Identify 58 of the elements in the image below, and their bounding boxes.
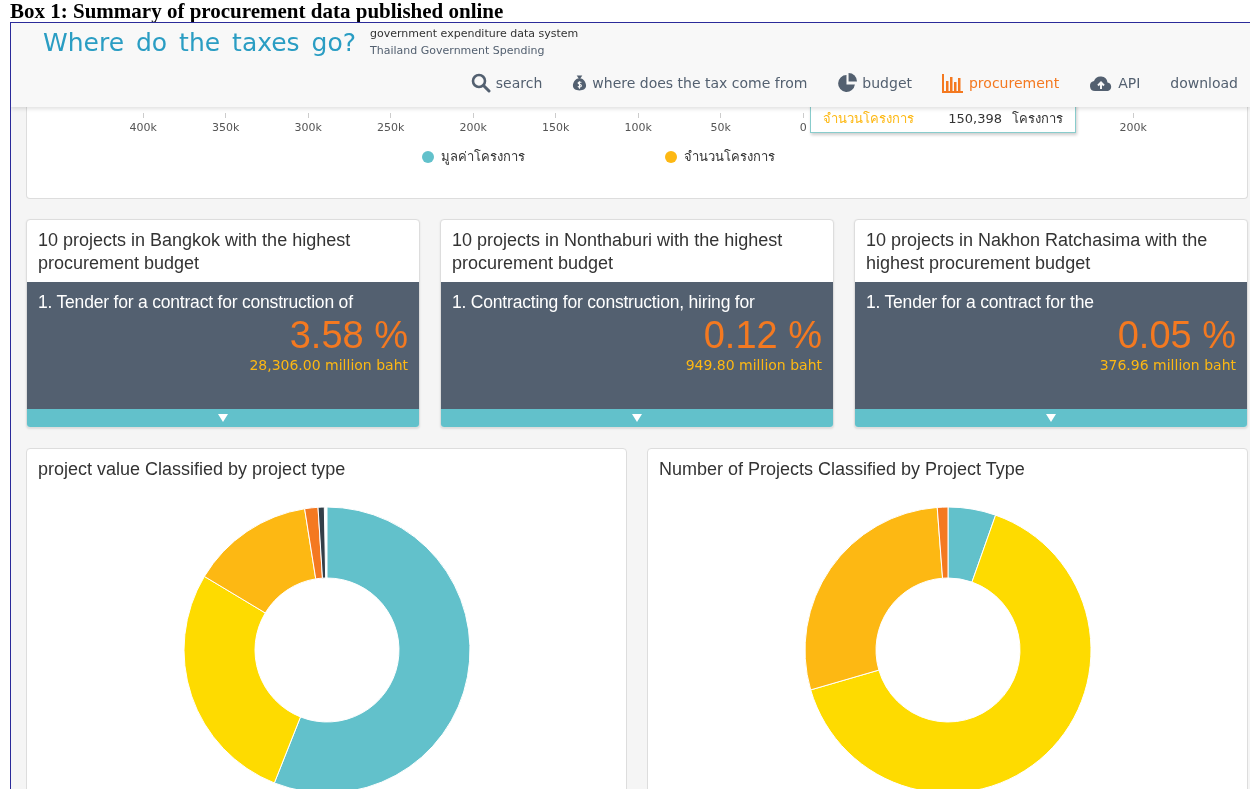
- expand-bar[interactable]: [27, 409, 419, 427]
- tooltip-value: 150,398: [948, 110, 1002, 126]
- project-name: 1. Contracting for construction, hiring for: [452, 292, 756, 313]
- bar-chart-icon: [942, 73, 964, 93]
- nav-link[interactable]: search: [470, 73, 543, 93]
- tick-mark: [1132, 113, 1134, 118]
- document-heading: Box 1: Summary of procurement data published online: [9, 0, 505, 22]
- nav-link[interactable]: where does the tax come from: [572, 74, 808, 92]
- tick-mark: [142, 113, 144, 118]
- tick-mark: [720, 113, 722, 118]
- tooltip-label: จำนวนโครงการ: [823, 109, 915, 128]
- site-subtitle: government expenditure data system: [370, 26, 579, 42]
- tick-mark: [555, 113, 557, 118]
- percent-value: 0.12 %: [702, 313, 822, 357]
- axis-tick-label: 100k: [624, 121, 652, 134]
- legend-label: จำนวนโครงการ: [684, 148, 775, 166]
- money-bag-icon: [572, 74, 588, 92]
- axis-tick-label: 0: [799, 121, 807, 134]
- axis-tick-label: 300k: [294, 121, 322, 134]
- nav-link[interactable]: budget: [837, 73, 912, 93]
- amount-value: 28,306.00 million baht: [248, 357, 408, 373]
- axis-tick-label: 200k: [459, 121, 487, 134]
- pie-chart-icon: [837, 73, 858, 93]
- tooltip-unit: โครงการ: [1012, 109, 1063, 128]
- expand-bar[interactable]: [855, 409, 1247, 427]
- card-title: 10 projects in Nonthaburi with the highest procurement budget: [451, 229, 784, 275]
- percent-value: 3.58 %: [288, 313, 408, 357]
- tick-mark: [637, 113, 639, 118]
- caret-icon: [218, 414, 228, 422]
- site-subtitle: Thailand Government Spending: [370, 43, 546, 59]
- amount-value: 376.96 million baht: [1098, 357, 1236, 373]
- tick-mark: [472, 113, 474, 118]
- tick-mark: [802, 113, 804, 118]
- search-icon: [470, 73, 491, 93]
- tick-mark: [307, 113, 309, 118]
- axis-tick-label: 350k: [212, 121, 240, 134]
- axis-tick-label: 200k: [1119, 121, 1147, 134]
- legend-label: มูลค่าโครงการ: [441, 148, 525, 167]
- cloud-upload-icon: [1089, 74, 1114, 92]
- project-name: 1. Tender for a contract for the: [866, 292, 1095, 313]
- card-title: 10 projects in Nakhon Ratchasima with the highest procurement budget: [865, 229, 1209, 275]
- project-name: 1. Tender for a contract for construction of: [38, 292, 354, 313]
- nav-link[interactable]: download: [1170, 75, 1238, 91]
- axis-tick-label: 50k: [710, 121, 731, 134]
- expand-bar[interactable]: [441, 409, 833, 427]
- axis-tick-label: 150k: [542, 121, 570, 134]
- tick-mark: [225, 113, 227, 118]
- caret-icon: [1046, 414, 1056, 422]
- caret-icon: [632, 414, 642, 422]
- chart-title: Number of Projects Classified by Project Type: [658, 458, 1026, 481]
- nav-link[interactable]: API: [1089, 74, 1141, 92]
- tick-mark: [390, 113, 392, 118]
- chart-title: project value Classified by project type: [37, 458, 347, 481]
- axis-tick-label: 400k: [129, 121, 157, 134]
- card-title: 10 projects in Bangkok with the highest procurement budget: [37, 229, 352, 275]
- amount-value: 949.80 million baht: [684, 357, 822, 373]
- axis-tick-label: 250k: [377, 121, 405, 134]
- percent-value: 0.05 %: [1116, 313, 1236, 357]
